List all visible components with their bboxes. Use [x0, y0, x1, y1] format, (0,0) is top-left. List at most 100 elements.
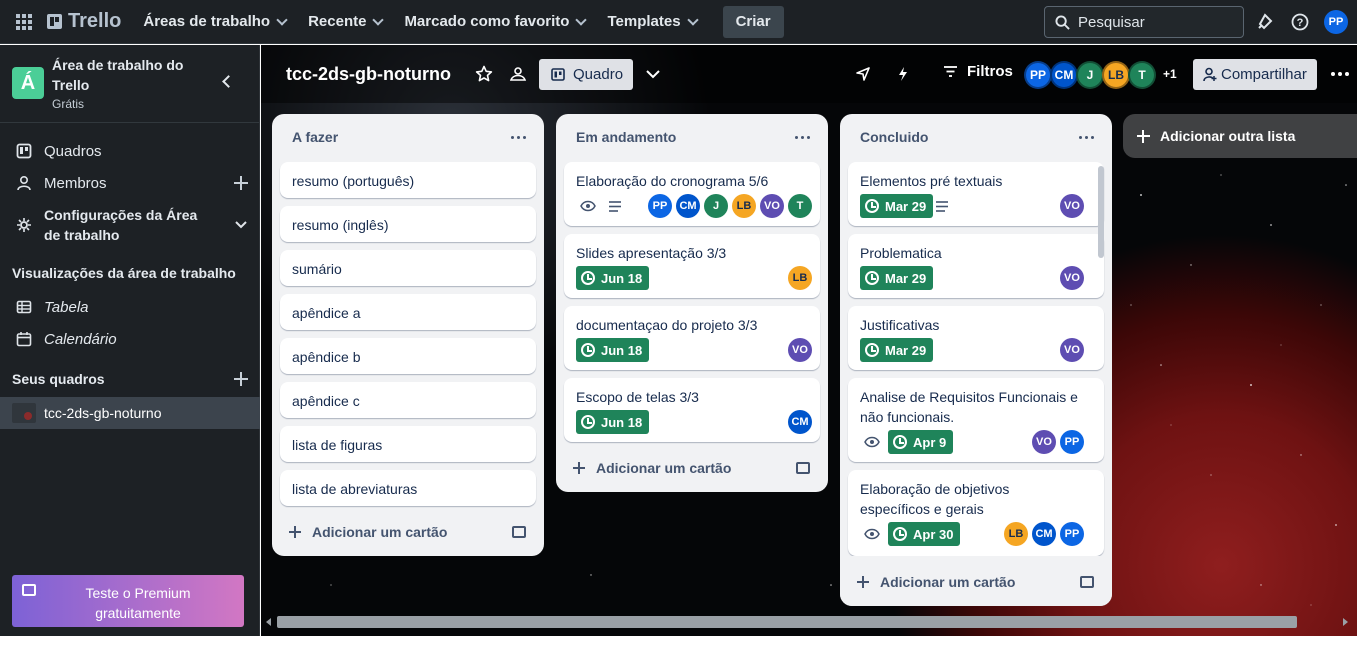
- add-card-button[interactable]: Adicionar um cartão: [573, 460, 731, 476]
- sidebar-item-members[interactable]: Membros: [0, 173, 260, 193]
- automation-icon[interactable]: [892, 63, 914, 85]
- card-member-avatar[interactable]: VO: [1060, 194, 1084, 218]
- card[interactable]: sumário: [280, 250, 536, 286]
- clock-icon: [865, 199, 879, 213]
- due-date-badge[interactable]: Mar 29: [860, 194, 934, 218]
- board-menu-icon[interactable]: [1331, 72, 1349, 76]
- list-title[interactable]: A fazer: [292, 129, 338, 145]
- app-switcher-icon[interactable]: [9, 7, 39, 37]
- star-icon[interactable]: [473, 63, 495, 85]
- collapse-sidebar-icon[interactable]: [222, 75, 235, 88]
- add-board-icon[interactable]: [234, 372, 248, 386]
- card-member-avatar[interactable]: T: [788, 194, 812, 218]
- share-button[interactable]: Compartilhar: [1193, 59, 1317, 90]
- sidebar-board-item[interactable]: tcc-2ds-gb-noturno: [0, 397, 260, 429]
- member-avatar[interactable]: T: [1128, 61, 1156, 89]
- card-template-icon[interactable]: [1080, 576, 1094, 588]
- scroll-right-arrow[interactable]: [1343, 618, 1348, 626]
- sidebar-item-boards[interactable]: Quadros: [0, 141, 260, 161]
- list-menu-icon[interactable]: [795, 136, 810, 139]
- card-member-avatar[interactable]: CM: [676, 194, 700, 218]
- nav-templates[interactable]: Templates: [597, 6, 706, 38]
- card-member-avatar[interactable]: VO: [1060, 266, 1084, 290]
- try-premium-button[interactable]: Teste o Premium gratuitamente: [12, 575, 244, 627]
- card[interactable]: lista de abreviaturas: [280, 470, 536, 506]
- add-member-icon[interactable]: [234, 176, 248, 190]
- member-avatar[interactable]: J: [1076, 61, 1104, 89]
- card[interactable]: apêndice c: [280, 382, 536, 418]
- card[interactable]: Elaboração de objetivos específicos e ge…: [848, 470, 1104, 556]
- list-title[interactable]: Em andamento: [576, 129, 676, 145]
- list-menu-icon[interactable]: [1079, 136, 1094, 139]
- nav-recent[interactable]: Recente: [298, 6, 392, 38]
- add-card-button[interactable]: Adicionar um cartão: [289, 524, 447, 540]
- card-member-avatar[interactable]: CM: [1032, 522, 1056, 546]
- trello-logo[interactable]: Trello: [47, 10, 121, 33]
- card[interactable]: Slides apresentação 3/3 Jun 18 LB: [564, 234, 820, 298]
- card[interactable]: Problematica Mar 29 VO: [848, 234, 1104, 298]
- board-horizontal-scrollbar[interactable]: [277, 616, 1297, 628]
- scroll-left-arrow[interactable]: [266, 618, 271, 626]
- member-avatar[interactable]: CM: [1050, 61, 1078, 89]
- extra-members-count[interactable]: +1: [1163, 67, 1177, 81]
- member-avatar[interactable]: LB: [1102, 61, 1130, 89]
- card-member-avatar[interactable]: VO: [1060, 338, 1084, 362]
- search-input[interactable]: Pesquisar: [1044, 6, 1244, 38]
- card-member-avatar[interactable]: J: [704, 194, 728, 218]
- card[interactable]: Analise de Requisitos Funcionais e não f…: [848, 378, 1104, 462]
- due-date-badge[interactable]: Jun 18: [576, 338, 650, 362]
- sidebar-item-table[interactable]: Tabela: [0, 297, 260, 317]
- notifications-icon[interactable]: [1253, 10, 1277, 34]
- card[interactable]: Justificativas Mar 29 VO: [848, 306, 1104, 370]
- due-date-badge[interactable]: Mar 29: [860, 338, 934, 362]
- card-member-avatar[interactable]: VO: [788, 338, 812, 362]
- board-view-button[interactable]: Quadro: [539, 59, 633, 90]
- card-member-avatar[interactable]: PP: [648, 194, 672, 218]
- card-member-avatar[interactable]: PP: [1060, 522, 1084, 546]
- card-template-icon[interactable]: [512, 526, 526, 538]
- filters-button[interactable]: Filtros: [944, 63, 1013, 80]
- add-card-button[interactable]: Adicionar um cartão: [857, 574, 1015, 590]
- nav-workspaces[interactable]: Áreas de trabalho: [133, 6, 296, 38]
- nav-starred[interactable]: Marcado como favorito: [394, 6, 595, 38]
- due-date-badge[interactable]: Apr 9: [888, 430, 954, 454]
- visibility-icon[interactable]: [507, 63, 529, 85]
- card-member-avatar[interactable]: LB: [1004, 522, 1028, 546]
- board-title[interactable]: tcc-2ds-gb-noturno: [286, 64, 451, 85]
- due-date-badge[interactable]: Apr 30: [888, 522, 961, 546]
- card[interactable]: documentaçao do projeto 3/3 Jun 18 VO: [564, 306, 820, 370]
- help-icon[interactable]: ?: [1288, 10, 1312, 34]
- list-menu-icon[interactable]: [511, 136, 526, 139]
- board-members[interactable]: PP CM J LB T: [1024, 61, 1156, 89]
- card[interactable]: lista de figuras: [280, 426, 536, 462]
- workspace-name[interactable]: Área de trabalho do Trello: [52, 55, 202, 95]
- list-title[interactable]: Concluido: [860, 129, 928, 145]
- card-member-avatar[interactable]: PP: [1060, 430, 1084, 454]
- card-member-avatar[interactable]: VO: [760, 194, 784, 218]
- card[interactable]: Elementos pré textuais Mar 29 VO: [848, 162, 1104, 226]
- due-date-badge[interactable]: Jun 18: [576, 410, 650, 434]
- user-avatar[interactable]: PP: [1324, 10, 1348, 34]
- plus-icon: [289, 526, 301, 538]
- create-button[interactable]: Criar: [722, 5, 784, 38]
- card-member-avatar[interactable]: CM: [788, 410, 812, 434]
- chevron-down-icon[interactable]: [642, 63, 664, 85]
- card[interactable]: apêndice a: [280, 294, 536, 330]
- card[interactable]: Elaboração do cronograma 5/6 PP CM J LB …: [564, 162, 820, 226]
- member-avatar[interactable]: PP: [1024, 61, 1052, 89]
- card[interactable]: resumo (inglês): [280, 206, 536, 242]
- power-ups-icon[interactable]: [852, 63, 874, 85]
- card-member-avatar[interactable]: LB: [732, 194, 756, 218]
- sidebar-item-calendar[interactable]: Calendário: [0, 329, 260, 349]
- card[interactable]: resumo (português): [280, 162, 536, 198]
- due-date-badge[interactable]: Jun 18: [576, 266, 650, 290]
- due-date-badge[interactable]: Mar 29: [860, 266, 934, 290]
- list-scrollbar[interactable]: [1098, 166, 1104, 258]
- card[interactable]: apêndice b: [280, 338, 536, 374]
- card-member-avatar[interactable]: LB: [788, 266, 812, 290]
- card-member-avatar[interactable]: VO: [1032, 430, 1056, 454]
- card-template-icon[interactable]: [796, 462, 810, 474]
- sidebar-item-settings[interactable]: Configurações da Área de trabalho: [0, 205, 260, 245]
- add-list-button[interactable]: Adicionar outra lista: [1123, 114, 1357, 158]
- card[interactable]: Escopo de telas 3/3 Jun 18 CM: [564, 378, 820, 442]
